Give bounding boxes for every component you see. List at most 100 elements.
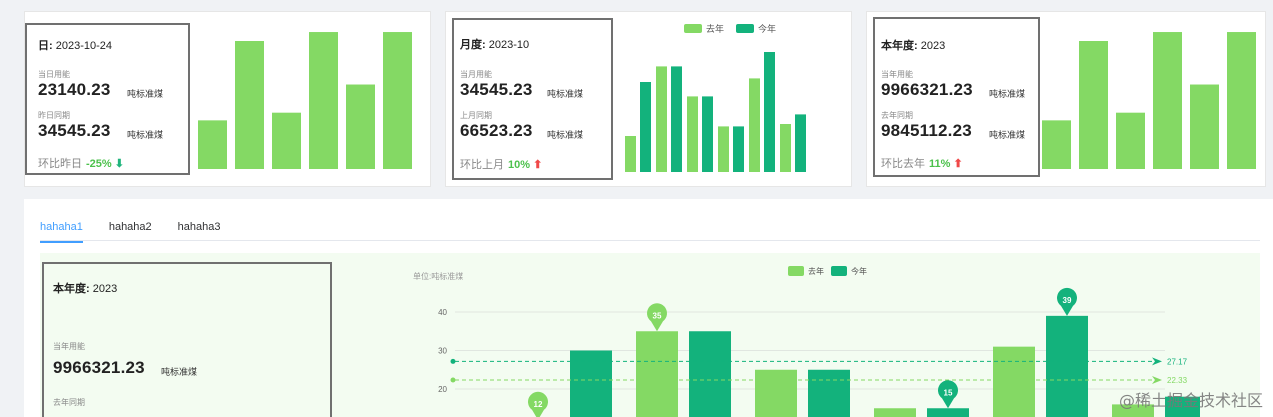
mini-bar-last-year: [718, 126, 729, 172]
y-axis-label: 单位:吨标准煤: [413, 271, 463, 281]
mini-bar-last-year: [656, 66, 667, 172]
legend-label: 去年: [808, 266, 824, 276]
watermark: @稀土掘金技术社区: [1118, 391, 1263, 410]
detail-title: 本年度: 2023: [53, 283, 118, 295]
daily-mini-chart: [198, 32, 412, 169]
daily-prev-label: 昨日同期: [38, 111, 70, 120]
daily-prev-unit: 吨标准煤: [127, 130, 164, 140]
mini-bar: [272, 112, 301, 169]
bar[interactable]: [1046, 315, 1088, 417]
daily-cur-value: 23140.23: [38, 80, 111, 99]
monthly-prev-unit: 吨标准煤: [547, 130, 584, 140]
mini-bar-this-year: [764, 52, 775, 172]
detail-stat-box: 本年度: 2023 当年用能 9966321.23 吨标准煤 去年同期: [42, 262, 332, 417]
marker-label: 12: [534, 400, 543, 409]
monthly-cur-unit: 吨标准煤: [547, 89, 584, 99]
mini-bar-this-year: [671, 66, 682, 172]
monthly-prev-value: 66523.23: [460, 121, 533, 140]
y-tick-label: 30: [438, 347, 447, 356]
bar[interactable]: [927, 408, 969, 417]
daily-compare: 环比昨日 -25% ⬇: [38, 158, 124, 170]
yearly-title: 本年度: 2023: [881, 40, 946, 52]
main-bar-chart: 单位:吨标准煤 去年 今年 20 30 40 27.17 22.33 12 35 15 39: [413, 266, 1200, 417]
bar[interactable]: [755, 369, 797, 417]
daily-title: 日: 2023-10-24: [38, 40, 113, 52]
legend-swatch: [831, 266, 847, 276]
detail-prev-label: 去年同期: [53, 398, 85, 407]
legend-swatch-this-year: [736, 24, 755, 33]
yearly-cur-value: 9966321.23: [881, 80, 973, 99]
marker-label: 15: [944, 388, 953, 397]
mini-bar: [383, 32, 412, 169]
daily-cur-unit: 吨标准煤: [127, 89, 164, 99]
avg-line-start: [450, 377, 456, 383]
daily-prev-value: 34545.23: [38, 121, 111, 140]
marker-pin: 15: [938, 380, 958, 409]
monthly-stat-box: 月度: 2023-10 当月用能 34545.23 吨标准煤 上月同期 6652…: [452, 18, 613, 180]
legend-swatch: [788, 266, 804, 276]
mini-bar-this-year: [702, 96, 713, 172]
mini-bar: [235, 41, 264, 169]
monthly-mini-chart: [625, 52, 806, 172]
yearly-mini-chart: [1042, 32, 1256, 169]
main-legend[interactable]: 去年 今年: [788, 266, 867, 276]
avg-line-arrow-icon: [1152, 376, 1162, 385]
yearly-prev-unit: 吨标准煤: [989, 130, 1026, 140]
mini-bar-last-year: [780, 124, 791, 172]
y-tick-label: 20: [438, 385, 447, 394]
bar[interactable]: [993, 346, 1035, 417]
mini-bar: [346, 84, 375, 169]
yearly-compare: 环比去年 11% ⬆: [881, 158, 963, 170]
marker-pin: 35: [647, 303, 667, 332]
legend-swatch-last-year: [684, 24, 702, 33]
mini-bar: [1116, 112, 1145, 169]
yearly-cur-label: 当年用能: [881, 70, 913, 79]
tab-divider: [40, 240, 1260, 241]
mini-bar: [1079, 41, 1108, 169]
monthly-title: 月度: 2023-10: [460, 39, 530, 51]
daily-cur-label: 当日用能: [38, 70, 70, 79]
detail-cur-unit: 吨标准煤: [161, 367, 198, 377]
mini-bar: [1190, 84, 1219, 169]
yearly-stat-box: 本年度: 2023 当年用能 9966321.23 吨标准煤 去年同期 9845…: [873, 17, 1040, 177]
detail-cur-value: 9966321.23: [53, 358, 145, 377]
mini-bar-last-year: [625, 136, 636, 172]
monthly-cur-value: 34545.23: [460, 80, 533, 99]
marker-pin: 12: [528, 391, 548, 417]
avg-line-label: 27.17: [1167, 357, 1188, 366]
monthly-compare: 环比上月 10% ⬆: [460, 159, 543, 171]
avg-line-label: 22.33: [1167, 376, 1188, 385]
bar[interactable]: [689, 331, 731, 417]
mini-bar-last-year: [687, 96, 698, 172]
legend-label: 今年: [851, 266, 867, 276]
arrow-down-icon: ⬇: [114, 158, 124, 170]
mini-bar: [198, 120, 227, 169]
bar[interactable]: [874, 408, 916, 417]
mini-bar: [1227, 32, 1256, 169]
y-tick-label: 40: [438, 308, 447, 317]
mini-bar-this-year: [640, 82, 651, 172]
yearly-prev-label: 去年同期: [881, 111, 913, 120]
mini-bar: [1153, 32, 1182, 169]
marker-label: 39: [1063, 296, 1072, 305]
mini-bar-last-year: [749, 78, 760, 172]
arrow-up-icon: ⬆: [953, 158, 963, 170]
monthly-cur-label: 当月用能: [460, 70, 492, 79]
bar[interactable]: [808, 369, 850, 417]
yearly-cur-unit: 吨标准煤: [989, 89, 1026, 99]
mini-bar: [309, 32, 338, 169]
monthly-prev-label: 上月同期: [460, 111, 492, 120]
avg-line-arrow-icon: [1152, 357, 1162, 366]
bar[interactable]: [570, 350, 612, 417]
monthly-legend[interactable]: 去年 今年: [684, 22, 776, 35]
arrow-up-icon: ⬆: [533, 159, 543, 171]
mini-bar-this-year: [795, 114, 806, 172]
yearly-prev-value: 9845112.23: [881, 121, 972, 140]
marker-label: 35: [653, 311, 662, 320]
avg-line-start: [450, 358, 456, 364]
mini-bar: [1042, 120, 1071, 169]
daily-stat-box: 日: 2023-10-24 当日用能 23140.23 吨标准煤 昨日同期 34…: [25, 23, 190, 175]
detail-cur-label: 当年用能: [53, 342, 85, 351]
bar[interactable]: [636, 331, 678, 417]
mini-bar-this-year: [733, 126, 744, 172]
